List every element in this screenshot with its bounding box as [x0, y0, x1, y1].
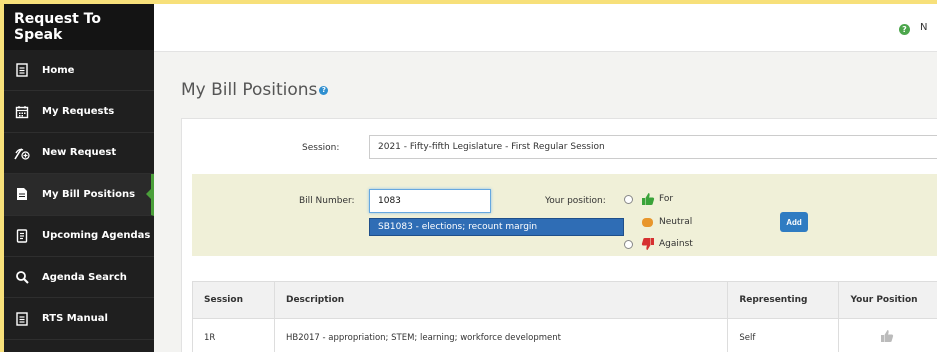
manual-icon: [14, 311, 30, 327]
sidebar-item-agenda-search[interactable]: Agenda Search: [4, 257, 154, 299]
bill-number-input[interactable]: [369, 189, 491, 213]
bill-number-label: Bill Number:: [299, 196, 355, 206]
cell-session: 1R: [193, 319, 275, 352]
user-menu[interactable]: N: [920, 22, 927, 33]
sidebar-item-label: Agenda Search: [42, 271, 127, 283]
agenda-icon: [14, 228, 30, 244]
sidebar-item-label: Upcoming Agendas: [42, 230, 151, 242]
sidebar-item-rts-manual[interactable]: RTS Manual: [4, 298, 154, 340]
position-label: Your position:: [545, 196, 606, 206]
autocomplete-suggestion[interactable]: SB1083 - elections; recount margin: [369, 218, 624, 236]
entry-form: Bill Number: SB1083 - elections; recount…: [192, 174, 937, 256]
page-title: My Bill Positions?: [181, 80, 329, 100]
bill-positions-panel: Session: 2021 - Fifty-fifth Legislature …: [181, 118, 937, 352]
sidebar-item-my-requests[interactable]: My Requests: [4, 91, 154, 133]
radio-against[interactable]: [624, 239, 633, 249]
calendar-icon: [14, 104, 30, 120]
info-icon[interactable]: ?: [319, 85, 329, 95]
cell-representing: Self: [728, 319, 840, 352]
page-title-text: My Bill Positions: [181, 80, 318, 100]
session-label: Session:: [302, 143, 340, 153]
app-title: Request To Speak: [4, 4, 154, 50]
sidebar-item-my-bill-positions[interactable]: My Bill Positions: [4, 174, 154, 216]
cell-your-position: [839, 319, 937, 352]
position-label-against: Against: [659, 239, 693, 249]
positions-table: Session Description Representing Your Po…: [192, 281, 937, 352]
sidebar-item-new-request[interactable]: New Request: [4, 133, 154, 175]
radio-for[interactable]: [624, 194, 633, 204]
table-row[interactable]: 1R HB2017 - appropriation; STEM; learnin…: [193, 319, 937, 352]
sidebar-item-label: My Requests: [42, 106, 115, 118]
sidebar-item-label: My Bill Positions: [42, 188, 136, 200]
thumbs-up-icon: [880, 329, 894, 346]
sidebar: Request To Speak Home My Requests New Re…: [4, 4, 154, 352]
sidebar-item-label: RTS Manual: [42, 313, 108, 325]
app-frame: Request To Speak Home My Requests New Re…: [0, 0, 937, 352]
top-bar: ? N: [154, 4, 937, 52]
new-request-icon: [14, 145, 30, 161]
position-option-for[interactable]: For: [624, 192, 673, 206]
sidebar-item-label: New Request: [42, 147, 117, 159]
home-document-icon: [14, 62, 30, 78]
add-button[interactable]: Add: [780, 212, 808, 232]
thumbs-up-icon: [641, 192, 655, 206]
thumbs-down-icon: [641, 237, 655, 251]
header-your-position[interactable]: Your Position: [839, 282, 937, 318]
sidebar-item-upcoming-agendas[interactable]: Upcoming Agendas: [4, 216, 154, 257]
search-icon: [14, 269, 30, 285]
position-option-against[interactable]: Against: [624, 237, 693, 251]
document-icon: [14, 186, 30, 202]
header-representing[interactable]: Representing: [728, 282, 840, 318]
table-header: Session Description Representing Your Po…: [193, 282, 937, 319]
help-icon[interactable]: ?: [899, 24, 910, 35]
position-label-for: For: [659, 194, 674, 204]
sidebar-item-home[interactable]: Home: [4, 50, 154, 92]
header-description[interactable]: Description: [275, 282, 729, 318]
position-option-neutral[interactable]: Neutral: [624, 215, 692, 229]
header-session[interactable]: Session: [193, 282, 275, 318]
sidebar-item-label: Home: [42, 64, 75, 76]
cell-description: HB2017 - appropriation; STEM; learning; …: [275, 319, 729, 352]
position-label-neutral: Neutral: [659, 217, 693, 227]
session-select[interactable]: 2021 - Fifty-fifth Legislature - First R…: [369, 135, 937, 159]
thumbs-sideways-icon: [641, 215, 655, 229]
